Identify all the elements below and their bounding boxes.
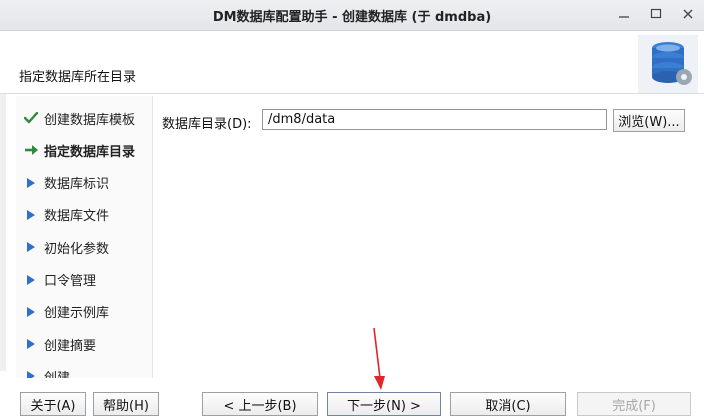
nav-step-item: 创建 <box>16 364 152 378</box>
close-button[interactable] <box>674 3 702 25</box>
nav-step-label: 创建 <box>44 367 70 378</box>
database-directory-input[interactable] <box>262 109 607 130</box>
triangle-right-icon <box>22 274 40 286</box>
wizard-steps-nav: 创建数据库模板 指定数据库目录 数据库标识数据库文件初始化参数口令管理创建示例库创建… <box>16 96 153 378</box>
annotation-arrow-icon <box>373 327 385 390</box>
nav-step-label: 创建示例库 <box>44 306 110 322</box>
nav-step-label: 初始化参数 <box>44 241 110 257</box>
nav-step-label: 创建数据库模板 <box>44 112 136 128</box>
window-title: DM数据库配置助手 - 创建数据库 (于 dmdba) <box>212 10 492 25</box>
nav-step-item: 创建摘要 <box>16 332 152 356</box>
minimize-icon <box>619 16 629 18</box>
step-subtitle: 指定数据库所在目录 <box>19 70 137 85</box>
close-icon <box>683 9 693 19</box>
database-directory-label: 数据库目录(D): <box>162 117 252 132</box>
nav-step-item: 数据库标识 <box>16 171 152 195</box>
check-icon <box>22 112 40 124</box>
minimize-button[interactable] <box>610 3 638 25</box>
wizard-header: 指定数据库所在目录 <box>0 31 704 94</box>
nav-step-item: 创建示例库 <box>16 300 152 324</box>
help-button[interactable]: 帮助(H) <box>93 392 159 416</box>
triangle-right-icon <box>22 177 40 189</box>
nav-step-label: 数据库标识 <box>44 177 110 193</box>
about-button[interactable]: 关于(A) <box>20 392 86 416</box>
nav-step-label: 指定数据库目录 <box>44 144 136 160</box>
triangle-right-icon <box>22 241 40 253</box>
maximize-icon <box>650 8 662 19</box>
nav-step-item: 数据库文件 <box>16 203 152 227</box>
browse-button[interactable]: 浏览(W)... <box>613 109 685 132</box>
title-bar: DM数据库配置助手 - 创建数据库 (于 dmdba) <box>0 0 704 31</box>
triangle-right-icon <box>22 338 40 350</box>
triangle-right-icon <box>22 306 40 318</box>
next-button[interactable]: 下一步(N) > <box>327 392 441 416</box>
nav-step-label: 口令管理 <box>44 274 97 289</box>
nav-step-item: 创建数据库模板 <box>16 106 152 130</box>
triangle-right-icon <box>22 209 40 221</box>
maximize-button[interactable] <box>642 3 670 25</box>
arrow-right-icon <box>22 144 40 156</box>
cancel-button[interactable]: 取消(C) <box>450 392 566 416</box>
nav-step-item: 指定数据库目录 <box>16 138 152 162</box>
nav-step-label: 创建摘要 <box>44 338 97 354</box>
nav-step-item: 初始化参数 <box>16 235 152 259</box>
previous-button[interactable]: < 上一步(B) <box>202 392 318 416</box>
nav-step-item: 口令管理 <box>16 268 152 292</box>
nav-step-label: 数据库文件 <box>44 209 110 225</box>
triangle-right-icon <box>22 370 40 378</box>
database-config-icon <box>638 35 698 97</box>
finish-button: 完成(F) <box>577 392 691 416</box>
